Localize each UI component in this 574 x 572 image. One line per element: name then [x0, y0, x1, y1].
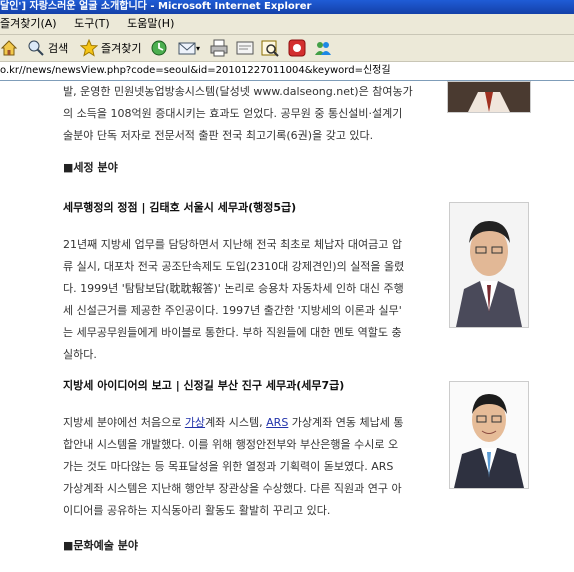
mail-button[interactable]: ▾ [178, 38, 200, 58]
chevron-down-icon: ▾ [196, 43, 201, 53]
toolbar: 검색 즐겨찾기 ▾ [0, 35, 574, 62]
person2-line-3: 가는 것도 마다않는 등 목표달성을 위한 열정과 기획력이 돋보였다. ARS [63, 460, 394, 473]
search-icon [27, 39, 45, 57]
intro-paragraph: 발, 운영한 민원넷농업방송시스템(달성넷 www.dalseong.net)은… [63, 81, 413, 147]
home-icon [0, 39, 18, 57]
person2-line-2: 합안내 시스템을 개발했다. 이를 위해 행정안전부와 부산은행을 수시로 오 [63, 438, 399, 451]
address-bar[interactable]: o.kr//news/newsView.php?code=seoul&id=20… [0, 62, 574, 81]
favorites-button[interactable]: 즐겨찾기 [80, 38, 141, 58]
star-icon [80, 39, 98, 57]
person2-line-4: 가상계좌 시스템은 지난해 행안부 장관상을 수상했다. 다른 직원과 연구 아 [63, 482, 402, 495]
history-button[interactable] [150, 38, 168, 58]
person1-photo [449, 202, 529, 328]
intro-line-1: 발, 운영한 민원넷농업방송시스템(달성넷 www.dalseong.net)은… [63, 85, 413, 98]
author-photo-top [447, 81, 531, 113]
history-icon [150, 39, 168, 57]
edit-icon [236, 39, 254, 57]
home-button[interactable] [0, 38, 18, 58]
person1-line-2: 류 실시, 대포차 전국 공조단속제도 도입(2310대 강제견인)의 실적을 … [63, 260, 405, 273]
person1-line-1: 21년째 지방세 업무를 담당하면서 지난해 전국 최초로 체납자 대여금고 압 [63, 238, 402, 251]
print-icon [210, 39, 228, 57]
person2-line-1-text-a: 지방세 분야에선 처음으로 [63, 416, 185, 429]
person2-line-1-text-c: 가상계좌 연동 체납세 통 [288, 416, 404, 429]
favorites-label: 즐겨찾기 [101, 42, 142, 55]
addon-icon [288, 39, 306, 57]
search-label: 검색 [48, 42, 69, 55]
menu-favorites[interactable]: 즐겨찾기(A) [0, 17, 57, 30]
article-content: 발, 운영한 민원넷농업방송시스템(달성넷 www.dalseong.net)은… [0, 81, 574, 572]
window-title-bar: 달인'] 자랑스러운 얼굴 소개합니다 - Microsoft Internet… [0, 0, 574, 14]
person1-line-5: 는 세무공무원들에게 바이블로 통한다. 부하 직원들에 대한 멘토 역할도 충 [63, 326, 402, 339]
print-button[interactable] [210, 38, 228, 58]
person1-line-6: 실하다. [63, 348, 97, 361]
person2-heading: 지방세 아이디어의 보고 | 신정길 부산 진구 세무과(세무7급) [63, 379, 345, 392]
keyword-link-virtual[interactable]: 가상 [185, 416, 205, 429]
keyword-link-ars[interactable]: ARS [266, 416, 288, 429]
person1-paragraph: 21년째 지방세 업무를 담당하면서 지난해 전국 최초로 체납자 대여금고 압… [63, 234, 404, 366]
intro-line-2: 의 소득을 108억원 증대시키는 효과도 얻었다. 공무원 중 통신설비·설계… [63, 107, 403, 120]
person2-line-1-text-b: 계좌 시스템, [205, 416, 267, 429]
person1-heading: 세무행정의 정점 | 김태호 서울시 세무과(행정5급) [63, 201, 297, 214]
person2-line-1: 지방세 분야에선 처음으로 가상계좌 시스템, ARS 가상계좌 연동 체납세 … [63, 412, 404, 434]
section-heading-culture: ■문화예술 분야 [63, 539, 138, 552]
window-title: 달인'] 자랑스러운 얼굴 소개합니다 - Microsoft Internet… [0, 1, 312, 12]
research-button[interactable] [261, 38, 279, 58]
menu-help[interactable]: 도움말(H) [127, 17, 174, 30]
edit-button[interactable] [236, 38, 254, 58]
section-heading-tax: ■세정 분야 [63, 161, 118, 174]
menu-tools[interactable]: 도구(T) [74, 17, 110, 30]
messenger-button[interactable] [314, 38, 332, 58]
intro-line-3: 술분야 단독 저자로 전문서적 출판 전국 최고기록(6권)을 갖고 있다. [63, 129, 374, 142]
messenger-icon [314, 39, 332, 57]
person2-photo [449, 381, 529, 489]
person2-line-5: 이디어를 공유하는 지식동아리 활동도 활발히 꾸리고 있다. [63, 504, 331, 517]
menu-bar: 즐겨찾기(A) 도구(T) 도움말(H) [0, 14, 574, 35]
person1-line-4: 세 신설근거를 제공한 주인공이다. 1997년 출간한 '지방세의 이론과 실… [63, 304, 402, 317]
person1-line-3: 다. 1999년 '탐탐보답(耽耽報答)' 논리로 승용차 자동차세 인하 대신… [63, 282, 404, 295]
research-icon [261, 39, 279, 57]
addon-button[interactable] [288, 38, 306, 58]
search-button[interactable]: 검색 [27, 38, 68, 58]
address-url[interactable]: o.kr//news/newsView.php?code=seoul&id=20… [0, 65, 391, 76]
mail-icon [178, 39, 196, 57]
person2-paragraph: 지방세 분야에선 처음으로 가상계좌 시스템, ARS 가상계좌 연동 체납세 … [63, 412, 404, 522]
